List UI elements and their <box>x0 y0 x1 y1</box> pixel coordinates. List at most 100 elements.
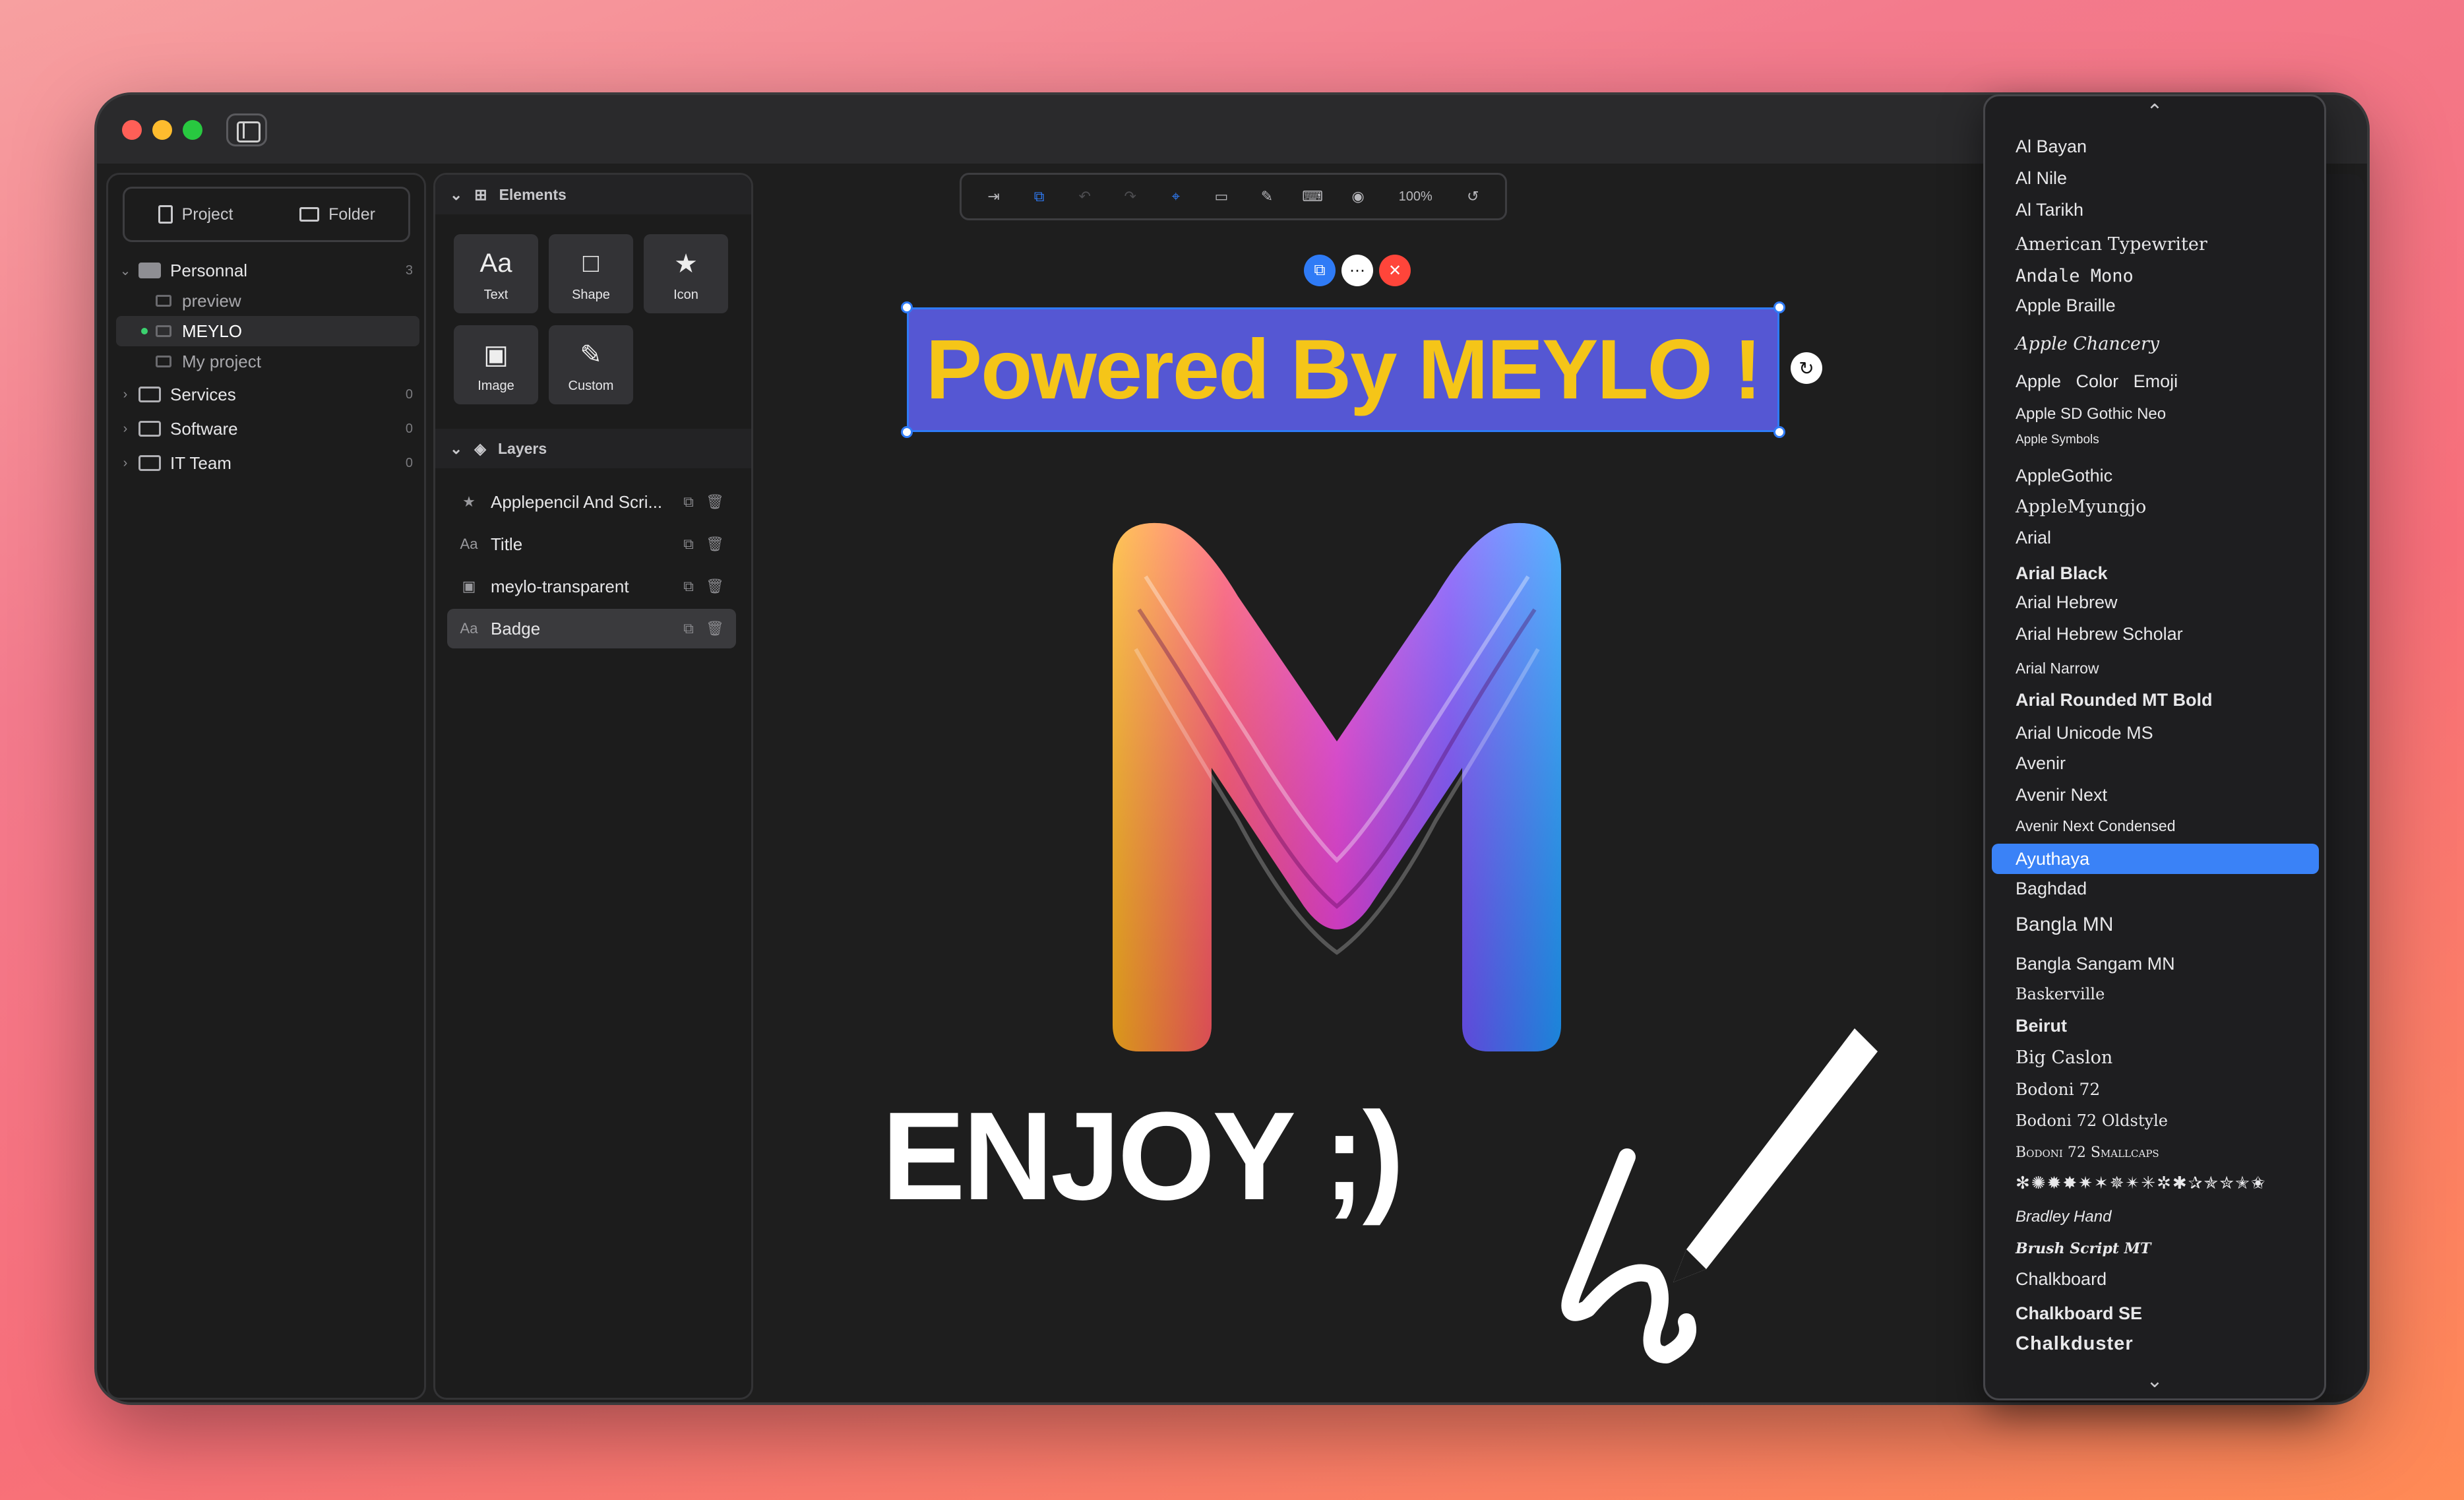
font-menu-item[interactable]: AppleMyungjo <box>1992 491 2319 522</box>
font-menu-item[interactable]: Brush Script MT <box>1992 1234 2319 1264</box>
trash-icon[interactable]: 🗑 <box>702 578 728 595</box>
font-menu-item[interactable]: Avenir <box>1992 748 2319 778</box>
resize-handle[interactable] <box>901 301 913 313</box>
font-menu-item[interactable]: Bodoni 72 Smallcaps <box>1992 1137 2319 1168</box>
export-icon[interactable]: ⇥ <box>979 188 1008 205</box>
scroll-up-icon[interactable]: ⌃ <box>1985 100 2324 127</box>
duplicate-selection-button[interactable]: ⧉ <box>1304 255 1336 286</box>
tree-folder-services[interactable]: › Services 0 <box>116 379 419 410</box>
font-menu-item[interactable]: Bodoni 72 <box>1992 1074 2319 1104</box>
copy-icon[interactable]: ⧉ <box>1025 188 1054 205</box>
meylo-logo[interactable] <box>1086 517 1587 1065</box>
delete-selection-button[interactable]: ✕ <box>1379 255 1411 286</box>
duplicate-icon[interactable]: ⧉ <box>675 493 702 511</box>
font-menu-item[interactable]: Apple Color Emoji <box>1992 366 2319 396</box>
font-menu-item[interactable]: Bradley Hand <box>1992 1202 2319 1232</box>
tree-folder-it-team[interactable]: › IT Team 0 <box>116 448 419 478</box>
layer-row-selected[interactable]: Aa Badge ⧉ 🗑 <box>447 609 736 648</box>
font-menu-item[interactable]: Bodoni 72 Oldstyle <box>1992 1106 2319 1136</box>
font-menu-item[interactable]: Arial Hebrew Scholar <box>1992 619 2319 649</box>
layer-row[interactable]: ▣ meylo-transparent ⧉ 🗑 <box>447 567 736 606</box>
font-menu-item[interactable]: Arial Narrow <box>1992 653 2319 683</box>
rotate-icon[interactable]: ↻ <box>1791 352 1822 384</box>
font-menu-item[interactable]: Al Nile <box>1992 163 2319 193</box>
font-menu-item[interactable]: Arial <box>1992 522 2319 553</box>
camera-icon[interactable]: ◉ <box>1343 188 1372 205</box>
custom-element-tile[interactable]: ✎ Custom <box>549 325 633 404</box>
font-menu-item[interactable]: American Typewriter <box>1992 229 2319 259</box>
image-element-tile[interactable]: ▣ Image <box>454 325 538 404</box>
duplicate-icon[interactable]: ⧉ <box>675 536 702 553</box>
font-menu-item[interactable]: Chalkboard SE <box>1992 1298 2319 1328</box>
project-tab[interactable]: Project <box>125 189 266 240</box>
font-menu-item[interactable]: Andale Mono <box>1992 261 2319 291</box>
tree-item-meylo[interactable]: MEYLO <box>116 316 419 346</box>
tile-label: Image <box>477 379 514 393</box>
elements-header[interactable]: ⌄ ⊞ Elements <box>435 175 751 214</box>
tile-label: Shape <box>572 288 610 302</box>
font-menu-item[interactable]: Al Tarikh <box>1992 195 2319 225</box>
font-menu-item[interactable]: Baghdad <box>1992 873 2319 904</box>
pen-icon[interactable]: ✎ <box>1252 188 1281 205</box>
tree-folder-personnal[interactable]: ⌄ Personnal 3 <box>116 255 419 286</box>
font-menu-item[interactable]: Bangla MN <box>1992 910 2319 940</box>
duplicate-icon[interactable]: ⧉ <box>675 578 702 595</box>
tree-item-preview[interactable]: preview <box>116 286 419 316</box>
reset-icon[interactable]: ↺ <box>1458 188 1487 205</box>
more-options-button[interactable]: ⋯ <box>1341 255 1373 286</box>
font-menu-item[interactable]: AppleGothic <box>1992 460 2319 491</box>
trash-icon[interactable]: 🗑 <box>702 536 728 553</box>
font-menu-item[interactable]: ✻✺✹✸✷✶✵✴✳✲✱✰✯✮✭✬ <box>1992 1168 2319 1198</box>
chevron-right-icon[interactable]: › <box>116 422 135 437</box>
sidebar-toggle-icon[interactable] <box>226 113 267 146</box>
font-menu-item[interactable]: Arial Hebrew <box>1992 587 2319 617</box>
layer-row[interactable]: ★ Applepencil And Scri... ⧉ 🗑 <box>447 482 736 522</box>
font-menu-item[interactable]: Beirut <box>1992 1011 2319 1041</box>
chevron-down-icon[interactable]: ⌄ <box>116 263 135 279</box>
zoom-level[interactable]: 100% <box>1389 189 1442 204</box>
title-banner[interactable]: Powered By MEYLO ! <box>907 307 1779 432</box>
resize-handle[interactable] <box>1773 426 1785 438</box>
font-menu-item[interactable]: Big Caslon <box>1992 1042 2319 1073</box>
chevron-right-icon[interactable]: › <box>116 387 135 402</box>
layer-row[interactable]: Aa Title ⧉ 🗑 <box>447 524 736 564</box>
font-menu-item[interactable]: Chalkduster <box>1992 1328 2319 1359</box>
trash-icon[interactable]: 🗑 <box>702 493 728 511</box>
frame-icon[interactable]: ▭ <box>1207 188 1236 205</box>
font-menu-item[interactable]: Al Bayan <box>1992 131 2319 162</box>
font-menu-item[interactable]: Baskerville <box>1992 979 2319 1009</box>
redo-icon[interactable]: ↷ <box>1116 188 1145 205</box>
shape-element-tile[interactable]: □ Shape <box>549 234 633 313</box>
font-menu-item[interactable]: Apple Braille <box>1992 290 2319 321</box>
folder-tab[interactable]: Folder <box>266 189 408 240</box>
zoom-window-button[interactable] <box>183 120 202 140</box>
font-menu-item[interactable]: Avenir Next <box>1992 780 2319 810</box>
font-menu-item[interactable]: Chalkboard <box>1992 1264 2319 1294</box>
font-menu-item[interactable]: Avenir Next Condensed <box>1992 811 2319 841</box>
icon-element-tile[interactable]: ★ Icon <box>644 234 728 313</box>
font-menu-item[interactable]: Arial Unicode MS <box>1992 718 2319 748</box>
duplicate-icon[interactable]: ⧉ <box>675 620 702 637</box>
font-menu-item-selected[interactable]: Ayuthaya <box>1992 844 2319 874</box>
resize-handle[interactable] <box>1773 301 1785 313</box>
layers-header[interactable]: ⌄ ◈ Layers <box>435 429 751 468</box>
tree-folder-software[interactable]: › Software 0 <box>116 414 419 444</box>
apple-pencil-scribble-icon[interactable] <box>1456 1012 1904 1405</box>
enjoy-text[interactable]: ENJOY ;) <box>882 1084 1404 1228</box>
resize-handle[interactable] <box>901 426 913 438</box>
font-menu-item[interactable]: Apple Chancery <box>1992 328 2319 359</box>
crosshair-icon[interactable]: ⌖ <box>1161 188 1190 205</box>
scroll-down-icon[interactable]: ⌄ <box>1985 1369 2324 1396</box>
minimize-window-button[interactable] <box>152 120 172 140</box>
tree-item-my-project[interactable]: My project <box>116 346 419 377</box>
font-menu-item[interactable]: Arial Black <box>1992 558 2319 588</box>
font-menu-item[interactable]: Bangla Sangam MN <box>1992 949 2319 979</box>
trash-icon[interactable]: 🗑 <box>702 620 728 637</box>
undo-icon[interactable]: ↶ <box>1070 188 1099 205</box>
keyboard-icon[interactable]: ⌨ <box>1298 188 1327 205</box>
font-menu-item[interactable]: Apple Symbols <box>1992 425 2319 455</box>
font-menu-item[interactable]: Arial Rounded MT Bold <box>1992 685 2319 715</box>
close-window-button[interactable] <box>122 120 142 140</box>
chevron-right-icon[interactable]: › <box>116 456 135 471</box>
text-element-tile[interactable]: Aa Text <box>454 234 538 313</box>
